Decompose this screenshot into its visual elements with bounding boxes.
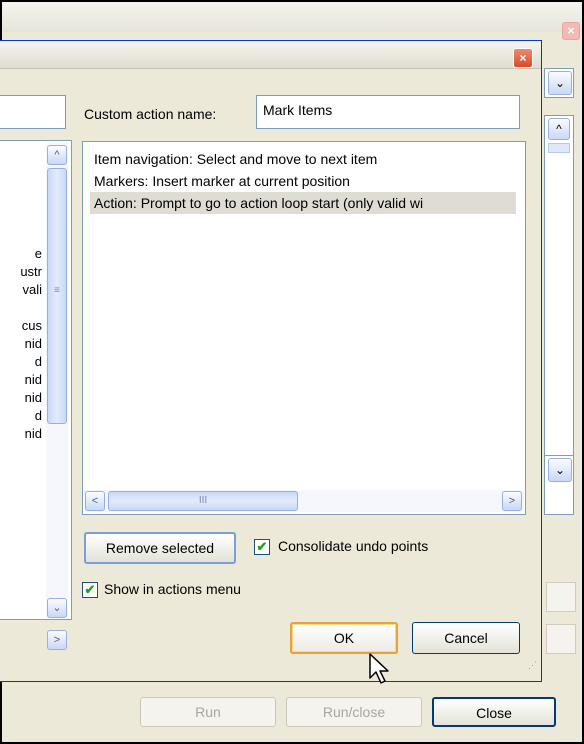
run-close-button[interactable]: Run/close — [286, 697, 422, 727]
run-button[interactable]: Run — [140, 697, 276, 727]
list-item[interactable]: ustr — [0, 264, 44, 280]
parent-side-button-2[interactable] — [546, 624, 576, 654]
remove-selected-button[interactable]: Remove selected — [84, 532, 236, 564]
scroll-down-icon[interactable]: ⌄ — [47, 598, 67, 618]
list-item[interactable] — [0, 300, 44, 316]
list-item[interactable]: Item navigation: Select and move to next… — [90, 148, 516, 170]
list-item[interactable]: vali — [0, 282, 44, 298]
scroll-right-icon[interactable]: > — [47, 630, 67, 650]
close-button[interactable]: Close — [432, 697, 556, 727]
ok-button[interactable]: OK — [290, 622, 398, 654]
custom-action-name-label: Custom action name: — [84, 106, 217, 122]
list-item[interactable]: d — [0, 354, 44, 370]
list-item[interactable]: nid — [0, 426, 44, 442]
action-filter-input[interactable] — [0, 95, 66, 129]
parent-side-button-1[interactable] — [546, 582, 576, 612]
list-item[interactable]: nid — [0, 336, 44, 352]
scroll-left-icon[interactable]: < — [85, 491, 105, 511]
dialog-title-bar[interactable] — [0, 41, 541, 69]
show-in-actions-menu-checkbox[interactable]: ✔ — [82, 582, 98, 598]
scroll-thumb[interactable]: III — [108, 491, 298, 511]
scroll-up-icon[interactable]: ^ — [47, 145, 67, 165]
list-item[interactable]: cus — [0, 318, 44, 334]
show-in-actions-menu-label[interactable]: Show in actions menu — [104, 581, 241, 597]
dialog-close-icon[interactable]: × — [513, 48, 533, 68]
list-item-selected[interactable]: Action: Prompt to go to action loop star… — [90, 192, 516, 214]
scroll-thumb[interactable]: ≡ — [47, 168, 67, 424]
list-item[interactable]: nid — [0, 372, 44, 388]
cancel-button[interactable]: Cancel — [412, 622, 520, 654]
list-item[interactable]: nid — [0, 390, 44, 406]
mouse-cursor-icon — [369, 653, 389, 684]
scroll-up-icon[interactable]: ^ — [548, 118, 570, 140]
list-item[interactable]: Markers: Insert marker at current positi… — [90, 170, 516, 192]
parent-title-bar — [2, 2, 582, 32]
resize-grip-icon[interactable]: ⋰ — [528, 660, 540, 672]
list-item[interactable]: d — [0, 408, 44, 424]
parent-list-scroll-thumb[interactable] — [548, 143, 570, 153]
parent-close-icon[interactable]: × — [562, 22, 580, 40]
scroll-right-icon[interactable]: > — [502, 491, 522, 511]
chevron-down-icon[interactable]: ⌄ — [548, 458, 572, 482]
list-item[interactable]: e — [0, 246, 44, 262]
parent-list[interactable] — [544, 115, 574, 465]
custom-action-name-input[interactable]: Mark Items — [256, 95, 520, 129]
consolidate-undo-label[interactable]: Consolidate undo points — [278, 538, 428, 554]
chevron-down-icon[interactable]: ⌄ — [548, 71, 572, 95]
consolidate-undo-checkbox[interactable]: ✔ — [254, 539, 270, 555]
